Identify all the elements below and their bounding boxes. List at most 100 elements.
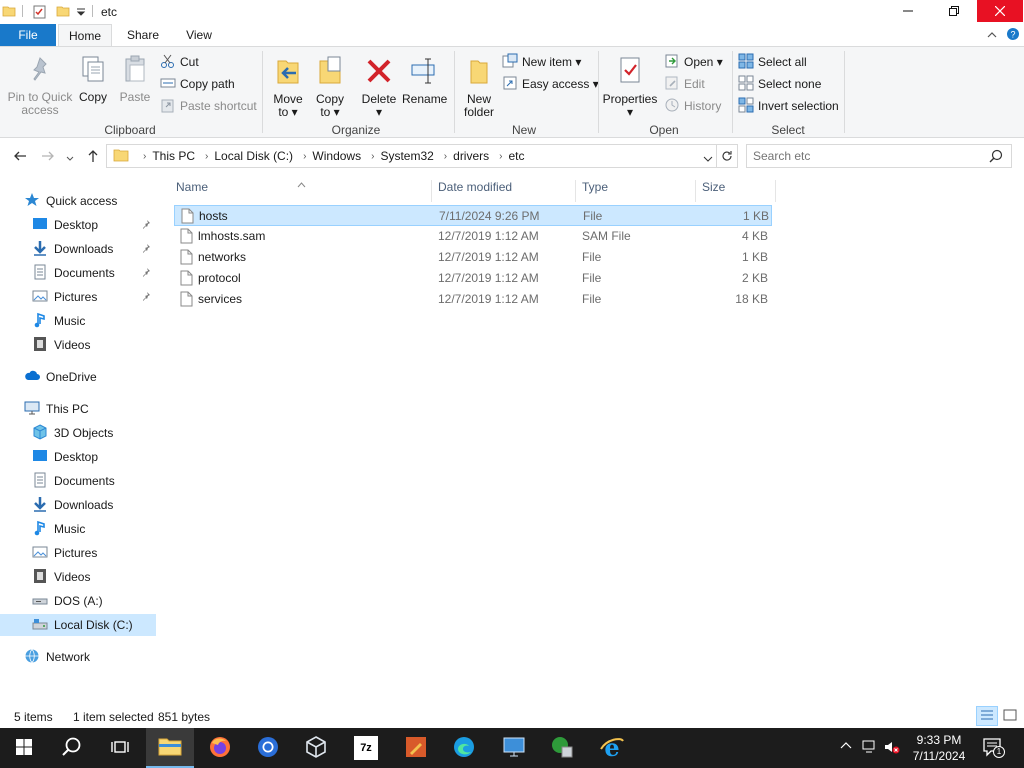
task-view-button[interactable] (96, 728, 144, 768)
address-bar[interactable]: › This PC › Local Disk (C:) › Windows › … (106, 144, 738, 168)
pin-icon[interactable] (141, 218, 151, 232)
nav-pc-pictures[interactable]: Pictures (32, 542, 156, 564)
copy-path-button[interactable]: Copy path (160, 74, 235, 94)
tab-home[interactable]: Home (58, 24, 112, 46)
breadcrumb-drivers[interactable]: drivers (453, 149, 489, 163)
help-icon[interactable]: ? (1006, 27, 1020, 44)
nav-qa-music[interactable]: Music (32, 310, 156, 332)
restore-button[interactable] (931, 0, 977, 22)
easy-access-button[interactable]: Easy access ▾ (502, 74, 599, 94)
breadcrumb-system32[interactable]: System32 (380, 149, 433, 163)
nav-pc-videos[interactable]: Videos (32, 566, 156, 588)
nav-qa-downloads[interactable]: Downloads (32, 238, 156, 260)
taskbar-file-explorer[interactable] (146, 728, 194, 768)
taskbar-internet-explorer[interactable]: e (588, 728, 636, 768)
start-button[interactable] (0, 728, 48, 768)
pin-icon[interactable] (141, 290, 151, 304)
taskbar-chrome[interactable] (244, 728, 292, 768)
nav-pc-desktop[interactable]: Desktop (32, 446, 156, 468)
refresh-icon[interactable] (716, 145, 736, 167)
details-view-button[interactable] (976, 706, 998, 726)
nav-pc-local-disk[interactable]: Local Disk (C:) (0, 614, 156, 636)
up-arrow-icon[interactable] (85, 148, 101, 167)
search-icon[interactable] (989, 149, 1003, 166)
forward-arrow-icon[interactable] (40, 148, 56, 167)
select-all-button[interactable]: Select all (738, 52, 807, 72)
column-header-size[interactable]: Size (696, 180, 776, 202)
taskbar-edge[interactable] (440, 728, 488, 768)
new-folder-button[interactable]: New folder (460, 55, 498, 119)
column-header-type[interactable]: Type (576, 180, 696, 202)
nav-pc-music[interactable]: Music (32, 518, 156, 540)
pin-icon[interactable] (141, 266, 151, 280)
table-row[interactable]: services 12/7/2019 1:12 AM File 18 KB (174, 289, 772, 310)
breadcrumb-etc[interactable]: etc (509, 149, 525, 163)
back-arrow-icon[interactable] (12, 148, 28, 167)
nav-qa-pictures[interactable]: Pictures (32, 286, 156, 308)
open-button[interactable]: Open ▾ (664, 52, 723, 72)
paste-button[interactable]: Paste (116, 55, 154, 104)
tab-file[interactable]: File (0, 24, 56, 46)
breadcrumb-windows[interactable]: Windows (312, 149, 361, 163)
history-button[interactable]: History (664, 96, 721, 116)
nav-pc-3d-objects[interactable]: 3D Objects (32, 422, 156, 444)
nav-qa-videos[interactable]: Videos (32, 334, 156, 356)
new-item-button[interactable]: New item ▾ (502, 52, 581, 72)
properties-button[interactable]: Properties ▾ (602, 55, 658, 119)
nav-pc-downloads[interactable]: Downloads (32, 494, 156, 516)
paste-shortcut-button[interactable]: Paste shortcut (160, 96, 257, 116)
breadcrumb-this-pc[interactable]: This PC (152, 149, 195, 163)
taskbar-firefox[interactable] (196, 728, 244, 768)
taskbar-paint-app[interactable] (392, 728, 440, 768)
taskbar-virtualbox[interactable] (292, 728, 340, 768)
cut-button[interactable]: Cut (160, 52, 199, 72)
nav-pc-documents[interactable]: Documents (32, 470, 156, 492)
pin-to-quick-access-button[interactable]: Pin to Quick access (6, 55, 74, 117)
minimize-button[interactable] (885, 0, 931, 22)
nav-quick-access[interactable]: Quick access (24, 190, 156, 212)
nav-qa-documents[interactable]: Documents (32, 262, 156, 284)
large-icons-view-button[interactable] (999, 706, 1021, 726)
breadcrumb-local-disk[interactable]: Local Disk (C:) (214, 149, 293, 163)
notifications-icon[interactable]: 1 (983, 738, 1005, 761)
tab-share[interactable]: Share (118, 24, 168, 46)
search-box[interactable] (746, 144, 1012, 168)
address-dropdown-chevron-icon[interactable] (703, 152, 713, 166)
column-header-name[interactable]: Name (170, 180, 432, 202)
table-row[interactable]: protocol 12/7/2019 1:12 AM File 2 KB (174, 268, 772, 289)
properties-quick-icon[interactable] (32, 4, 48, 23)
delete-button[interactable]: Delete ▾ (358, 55, 400, 119)
rename-button[interactable]: Rename (402, 55, 447, 106)
pin-icon[interactable] (141, 242, 151, 256)
edit-button[interactable]: Edit (664, 74, 705, 94)
nav-network[interactable]: Network (24, 646, 156, 668)
invert-selection-button[interactable]: Invert selection (738, 96, 839, 116)
taskbar-7zip[interactable]: 7z (342, 728, 390, 768)
volume-muted-icon[interactable] (884, 740, 900, 757)
nav-pc-dos-drive[interactable]: DOS (A:) (32, 590, 156, 612)
search-input[interactable] (753, 147, 983, 165)
nav-onedrive[interactable]: OneDrive (24, 366, 156, 388)
taskbar-remote-desktop[interactable] (490, 728, 538, 768)
show-hidden-icons-chevron-icon[interactable] (840, 740, 852, 755)
table-row[interactable]: lmhosts.sam 12/7/2019 1:12 AM SAM File 4… (174, 226, 772, 247)
move-to-button[interactable]: Move to ▾ (270, 55, 306, 119)
search-taskbar-button[interactable] (48, 728, 96, 768)
network-status-icon[interactable] (862, 740, 878, 757)
taskbar-network-app[interactable] (538, 728, 586, 768)
nav-this-pc[interactable]: This PC (24, 398, 156, 420)
tab-view[interactable]: View (176, 24, 222, 46)
copy-to-button[interactable]: Copy to ▾ (312, 55, 348, 119)
recent-locations-chevron-icon[interactable] (66, 152, 74, 166)
nav-qa-desktop[interactable]: Desktop (32, 214, 156, 236)
customize-quick-access-icon[interactable] (76, 6, 86, 20)
select-none-button[interactable]: Select none (738, 74, 821, 94)
new-folder-quick-icon[interactable] (56, 4, 70, 21)
minimize-ribbon-icon[interactable] (987, 29, 997, 43)
copy-button[interactable]: Copy (76, 55, 110, 104)
table-row[interactable]: networks 12/7/2019 1:12 AM File 1 KB (174, 247, 772, 268)
system-clock[interactable]: 9:33 PM 7/11/2024 (902, 732, 976, 764)
table-row[interactable]: hosts 7/11/2024 9:26 PM File 1 KB (174, 205, 772, 226)
column-header-date-modified[interactable]: Date modified (432, 180, 576, 202)
close-button[interactable] (977, 0, 1023, 22)
